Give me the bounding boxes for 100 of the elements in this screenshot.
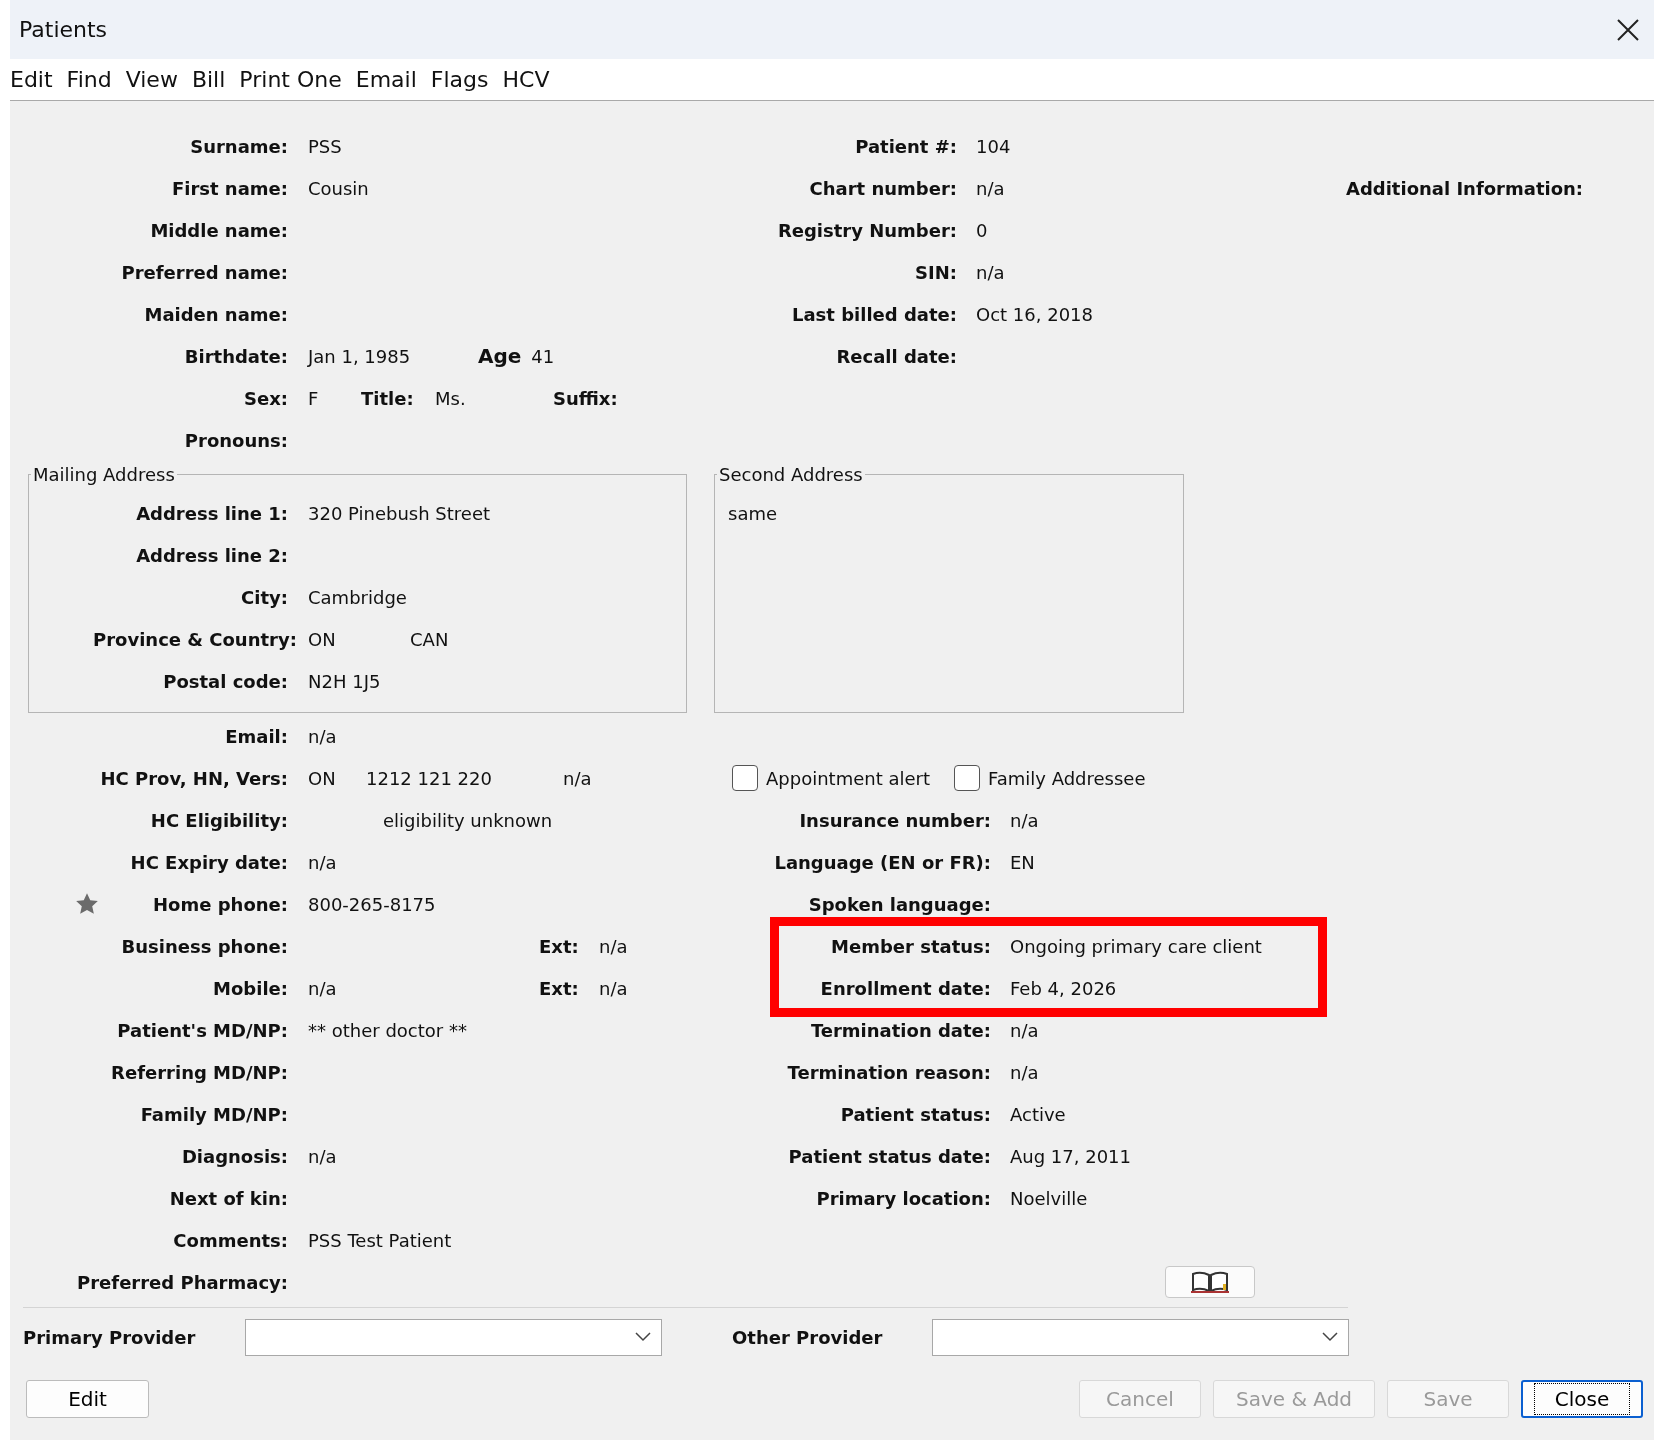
field-label: Family MD/NP: [140, 1102, 288, 1127]
book-icon [1190, 1270, 1230, 1294]
field-label: HC Eligibility: [150, 808, 288, 833]
field-value: Jan 1, 1985 [308, 345, 411, 367]
field-value: ** other doctor ** [308, 1018, 467, 1043]
field-label: Patient #: [855, 134, 957, 159]
field-label: Next of kin: [169, 1186, 288, 1211]
menu-item[interactable]: Edit [10, 63, 53, 96]
field-value: n/a [1010, 809, 1039, 831]
field-value: Cousin [308, 176, 369, 201]
book-button[interactable] [1165, 1266, 1255, 1298]
field-value: PSS Test Patient [308, 1228, 452, 1253]
group-title: Second Address [718, 463, 864, 487]
field-label: Patient status: [840, 1102, 991, 1127]
close-icon[interactable] [1616, 17, 1640, 42]
field-value: CAN [410, 627, 449, 652]
field-label: First name: [171, 176, 288, 201]
field-value: Active [1010, 1103, 1066, 1125]
field-value: ON [308, 767, 336, 789]
menu-item[interactable]: View [125, 63, 178, 96]
section-label: Additional Information: [1346, 176, 1584, 201]
checkbox-label[interactable]: Appointment alert [766, 764, 930, 792]
field-label: Surname: [190, 134, 288, 159]
field-label: Email: [225, 724, 288, 749]
menu-item[interactable]: Bill [191, 63, 226, 96]
menu-item[interactable]: Email [355, 63, 417, 96]
field-value: n/a [308, 977, 337, 999]
field-value: F [308, 387, 319, 409]
field-label: Spoken language: [808, 892, 991, 917]
chevron-down-icon [1322, 1332, 1338, 1342]
checkbox[interactable] [954, 765, 980, 791]
field-value: Cambridge [308, 585, 407, 610]
dialog-button[interactable]: Edit [26, 1380, 149, 1418]
field-value: n/a [599, 976, 628, 1001]
field-value: n/a [308, 1144, 337, 1169]
field-value: ON [308, 628, 336, 650]
field-value: n/a [1010, 1061, 1039, 1083]
field-label: SIN: [915, 260, 957, 285]
field-label: Insurance number: [799, 808, 991, 833]
field-label: Referring MD/NP: [111, 1060, 288, 1085]
field-label: HC Prov, HN, Vers: [100, 766, 288, 791]
field-label: Maiden name: [144, 302, 288, 327]
field-label: Member status: [831, 934, 991, 959]
field-value: PSS [308, 134, 342, 159]
group-title: Mailing Address [32, 463, 176, 487]
chevron-down-icon [635, 1332, 651, 1342]
field-value: N2H 1J5 [308, 669, 381, 694]
field-label: Middle name: [150, 218, 288, 243]
field-label: Preferred Pharmacy: [77, 1270, 288, 1295]
field-value: Oct 16, 2018 [976, 303, 1093, 325]
field-label: Last billed date: [792, 302, 957, 327]
field-label: HC Expiry date: [130, 850, 288, 875]
field-value: Feb 4, 2026 [1010, 977, 1117, 999]
field-label: Age [478, 343, 522, 370]
field-label: Enrollment date: [820, 976, 991, 1001]
field-value: 0 [976, 219, 988, 241]
window-title: Patients [19, 16, 108, 44]
field-label: Patient status date: [788, 1144, 991, 1169]
field-value: Ms. [435, 387, 466, 409]
field-label: Business phone: [121, 934, 288, 959]
field-value: 800-265-8175 [308, 892, 436, 917]
field-value: n/a [1010, 1019, 1039, 1041]
field-value: 104 [976, 135, 1011, 157]
field-label: Home phone: [153, 892, 288, 917]
field-label: Preferred name: [121, 260, 288, 285]
field-label: Other Provider [732, 1325, 884, 1350]
field-label: Ext: [539, 977, 579, 999]
field-label: Primary Provider [23, 1325, 197, 1350]
checkbox[interactable] [732, 765, 758, 791]
field-value: Noelville [1010, 1187, 1088, 1209]
field-label: Province & Country: [93, 627, 297, 652]
field-label: Sex: [244, 386, 288, 411]
field-label: Postal code: [163, 669, 288, 694]
field-label: Address line 1: [136, 501, 288, 526]
address-text: same [728, 501, 778, 526]
field-label: Suffix: [553, 386, 618, 411]
menu-item[interactable]: HCV [502, 63, 550, 96]
field-label: Chart number: [809, 176, 957, 201]
field-value: n/a [563, 766, 592, 791]
field-label: Patient's MD/NP: [117, 1018, 288, 1043]
checkbox-label[interactable]: Family Addressee [988, 764, 1146, 792]
field-label: Mobile: [213, 976, 288, 1001]
field-value: n/a [599, 934, 628, 959]
star-icon[interactable] [74, 891, 100, 917]
field-value: Ongoing primary care client [1010, 935, 1262, 957]
menu-item[interactable]: Print One [239, 63, 342, 96]
field-label: Primary location: [816, 1186, 991, 1211]
field-value: n/a [308, 724, 337, 749]
field-label: Termination reason: [787, 1060, 991, 1085]
field-label: City: [241, 585, 288, 610]
field-label: Pronouns: [184, 428, 288, 453]
menu-item[interactable]: Find [66, 63, 112, 96]
field-label: Termination date: [810, 1018, 991, 1043]
field-value: n/a [308, 850, 337, 875]
field-value: 320 Pinebush Street [308, 501, 491, 526]
field-value: EN [1010, 851, 1035, 873]
menu-item[interactable]: Flags [430, 63, 489, 96]
field-label: Comments: [173, 1228, 288, 1253]
dialog-button[interactable]: Close [1521, 1380, 1643, 1418]
field-label: Recall date: [836, 344, 957, 369]
